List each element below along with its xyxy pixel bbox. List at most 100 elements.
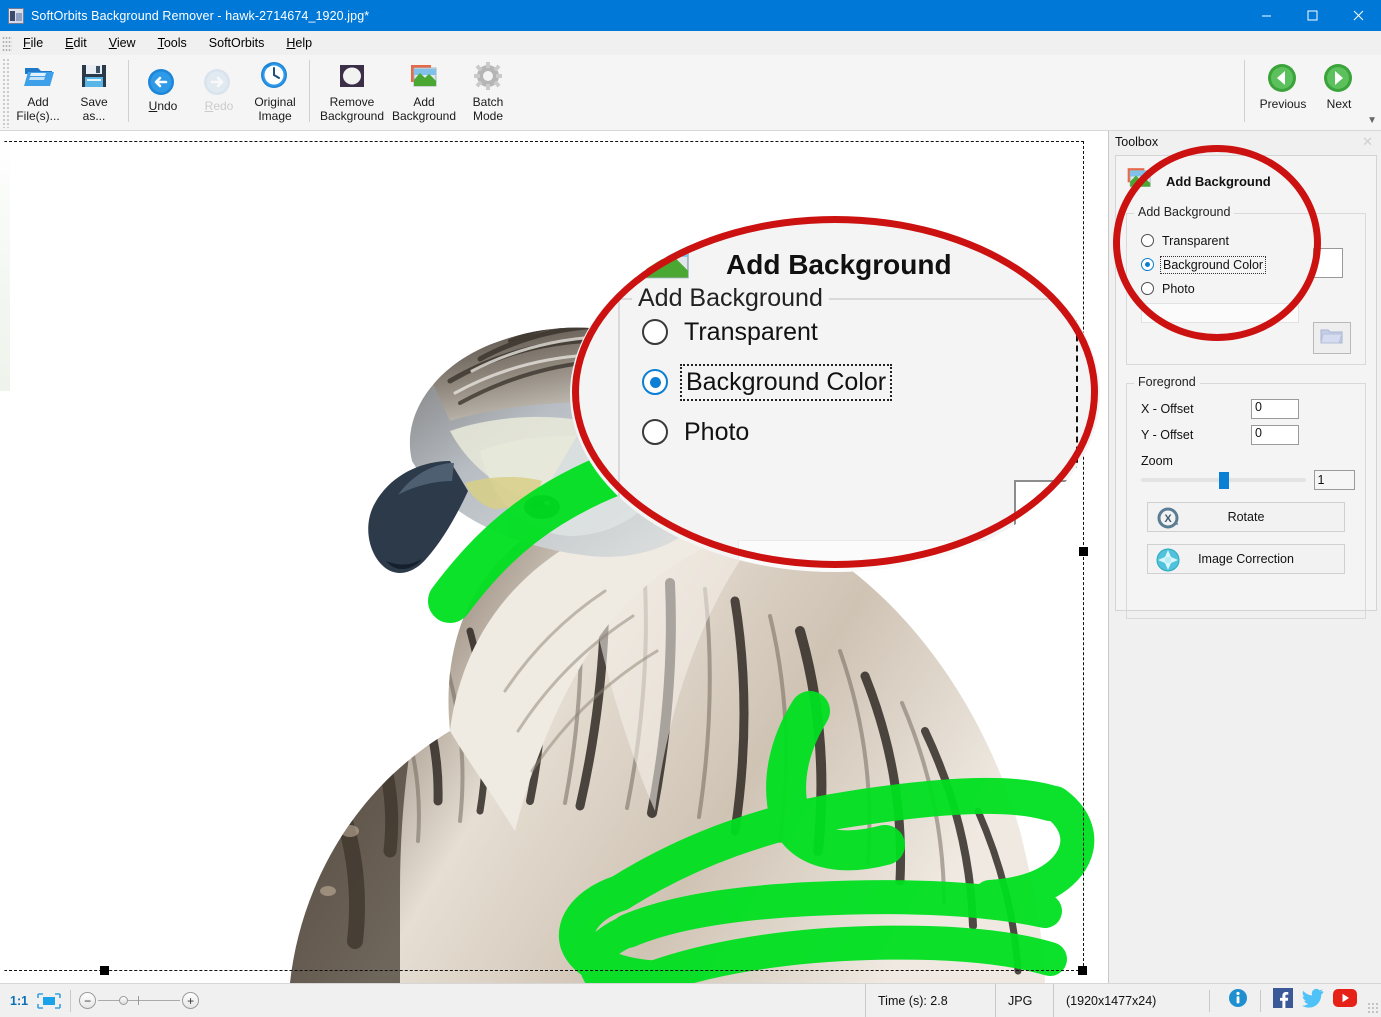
add-background-label: Add Background bbox=[391, 95, 457, 123]
status-time: Time (s): 2.8 bbox=[865, 983, 995, 1017]
next-button[interactable]: Next bbox=[1311, 55, 1367, 113]
toolbox-panel: Toolbox ✕ Add Background Add Background bbox=[1108, 131, 1381, 983]
radio-photo-label: Photo bbox=[1162, 281, 1195, 296]
zoom-scale-label: 1:1 bbox=[10, 993, 29, 1008]
toolbox-caption-label: Toolbox bbox=[1115, 135, 1159, 149]
undo-icon bbox=[145, 67, 181, 97]
add-files-label: Add File(s)... bbox=[16, 95, 60, 123]
remove-background-label: Remove Background bbox=[319, 95, 385, 123]
undo-label: Undo bbox=[148, 99, 178, 113]
menu-grip-handle[interactable] bbox=[2, 35, 12, 51]
original-image-button[interactable]: Original Image bbox=[247, 55, 303, 125]
toolbox-header: Add Background bbox=[1116, 156, 1376, 207]
title-bar: SoftOrbits Background Remover - hawk-271… bbox=[0, 0, 1381, 31]
add-background-button[interactable]: Add Background bbox=[388, 55, 460, 125]
remove-background-button[interactable]: Remove Background bbox=[316, 55, 388, 125]
browse-photo-button[interactable] bbox=[1313, 322, 1351, 354]
photo-path-input[interactable] bbox=[1141, 303, 1299, 323]
radio-transparent[interactable] bbox=[1141, 234, 1154, 247]
radio-transparent-label: Transparent bbox=[1162, 233, 1229, 248]
zoom-slider-thumb[interactable] bbox=[1219, 472, 1229, 489]
folder-open-icon bbox=[1320, 326, 1344, 351]
undo-button[interactable]: Undo bbox=[135, 55, 191, 115]
remove-background-icon bbox=[334, 59, 370, 93]
x-offset-label: X - Offset bbox=[1141, 402, 1194, 416]
toolbox-header-title: Add Background bbox=[1166, 174, 1271, 189]
maximize-button[interactable] bbox=[1289, 0, 1335, 31]
option-photo[interactable]: Photo bbox=[1141, 279, 1355, 298]
menu-view[interactable]: View bbox=[98, 33, 147, 53]
y-offset-input[interactable]: 0 bbox=[1251, 425, 1299, 445]
twitter-icon[interactable] bbox=[1302, 988, 1324, 1013]
batch-mode-icon bbox=[470, 59, 506, 93]
toolbar-grip-handle[interactable] bbox=[2, 58, 10, 128]
zoom-track-thumb[interactable] bbox=[119, 996, 129, 1005]
x-offset-row: X - Offset 0 bbox=[1141, 396, 1355, 422]
zoom-slider-control[interactable]: − + bbox=[79, 992, 200, 1009]
radio-background-color[interactable] bbox=[1141, 258, 1154, 271]
add-background-icon bbox=[1126, 166, 1156, 197]
foreground-group-legend: Foregrond bbox=[1134, 375, 1200, 389]
main-toolbar: Add File(s)... Save as... Undo Redo Orig… bbox=[0, 55, 1381, 131]
zoom-label: Zoom bbox=[1141, 454, 1173, 468]
previous-label: Previous bbox=[1259, 97, 1307, 111]
image-canvas[interactable] bbox=[0, 131, 1108, 983]
toolbox-body: Add Background Add Background Transparen… bbox=[1115, 155, 1377, 619]
svg-text:X: X bbox=[1164, 513, 1172, 525]
toolbar-separator-3 bbox=[1244, 60, 1245, 122]
y-offset-row: Y - Offset 0 bbox=[1141, 422, 1355, 448]
status-resize-grip[interactable] bbox=[1367, 1002, 1379, 1014]
rotate-button[interactable]: X Rotate bbox=[1147, 502, 1345, 532]
status-dimensions: (1920x1477x24) bbox=[1053, 983, 1201, 1017]
minimize-button[interactable] bbox=[1243, 0, 1289, 31]
toolbar-separator-2 bbox=[309, 60, 310, 122]
add-files-icon bbox=[20, 59, 56, 93]
foreground-group: Foregrond X - Offset 0 Y - Offset 0 Zoom… bbox=[1126, 375, 1366, 619]
selection-handle-right-middle bbox=[1079, 547, 1088, 556]
save-as-button[interactable]: Save as... bbox=[66, 55, 122, 125]
menu-bar: FFileile Edit View Tools SoftOrbits Help bbox=[0, 31, 1381, 55]
menu-file[interactable]: FFileile bbox=[12, 33, 54, 53]
redo-button[interactable]: Redo bbox=[191, 55, 247, 115]
add-files-button[interactable]: Add File(s)... bbox=[10, 55, 66, 125]
window-controls bbox=[1243, 0, 1381, 31]
toolbar-overflow-icon[interactable]: ▼ bbox=[1367, 115, 1377, 126]
previous-button[interactable]: Previous bbox=[1255, 55, 1311, 113]
batch-mode-button[interactable]: Batch Mode bbox=[460, 55, 516, 125]
radio-background-color-label: Background Color bbox=[1159, 255, 1267, 274]
zoom-out-button[interactable]: − bbox=[79, 992, 97, 1009]
selection-handle-bottom-right bbox=[1078, 966, 1087, 975]
image-selection-marquee[interactable] bbox=[4, 141, 1088, 975]
youtube-icon[interactable] bbox=[1333, 989, 1357, 1012]
zoom-slider[interactable] bbox=[1141, 471, 1306, 489]
rotate-icon: X bbox=[1156, 506, 1180, 530]
toolbox-close-icon[interactable]: ✕ bbox=[1362, 135, 1373, 148]
next-arrow-icon bbox=[1321, 63, 1357, 95]
zoom-value-input[interactable]: 1 bbox=[1313, 470, 1355, 490]
facebook-icon[interactable] bbox=[1273, 988, 1293, 1013]
window-title: SoftOrbits Background Remover - hawk-271… bbox=[31, 8, 370, 23]
zoom-track[interactable] bbox=[98, 992, 181, 1009]
redo-label: Redo bbox=[204, 99, 234, 113]
zoom-slider-row: 1 bbox=[1141, 470, 1355, 490]
fit-to-window-icon[interactable] bbox=[36, 992, 62, 1010]
zoom-in-button[interactable]: + bbox=[182, 992, 200, 1009]
radio-photo[interactable] bbox=[1141, 282, 1154, 295]
close-button[interactable] bbox=[1335, 0, 1381, 31]
menu-edit[interactable]: Edit bbox=[54, 33, 98, 53]
redo-icon bbox=[201, 67, 237, 97]
x-offset-input[interactable]: 0 bbox=[1251, 399, 1299, 419]
info-icon[interactable] bbox=[1228, 988, 1248, 1013]
background-color-swatch[interactable] bbox=[1313, 248, 1343, 278]
next-label: Next bbox=[1326, 97, 1352, 111]
toolbar-separator-1 bbox=[128, 60, 129, 122]
image-correction-button[interactable]: Image Correction bbox=[1147, 544, 1345, 574]
add-background-icon bbox=[406, 59, 442, 93]
menu-tools[interactable]: Tools bbox=[147, 33, 198, 53]
toolbox-caption: Toolbox ✕ bbox=[1109, 131, 1381, 153]
toolbar-group-background: Remove Background Add Background Batch M… bbox=[316, 55, 516, 127]
original-image-label: Original Image bbox=[254, 95, 296, 123]
menu-softorbits[interactable]: SoftOrbits bbox=[198, 33, 276, 53]
previous-arrow-icon bbox=[1265, 63, 1301, 95]
menu-help[interactable]: Help bbox=[275, 33, 323, 53]
